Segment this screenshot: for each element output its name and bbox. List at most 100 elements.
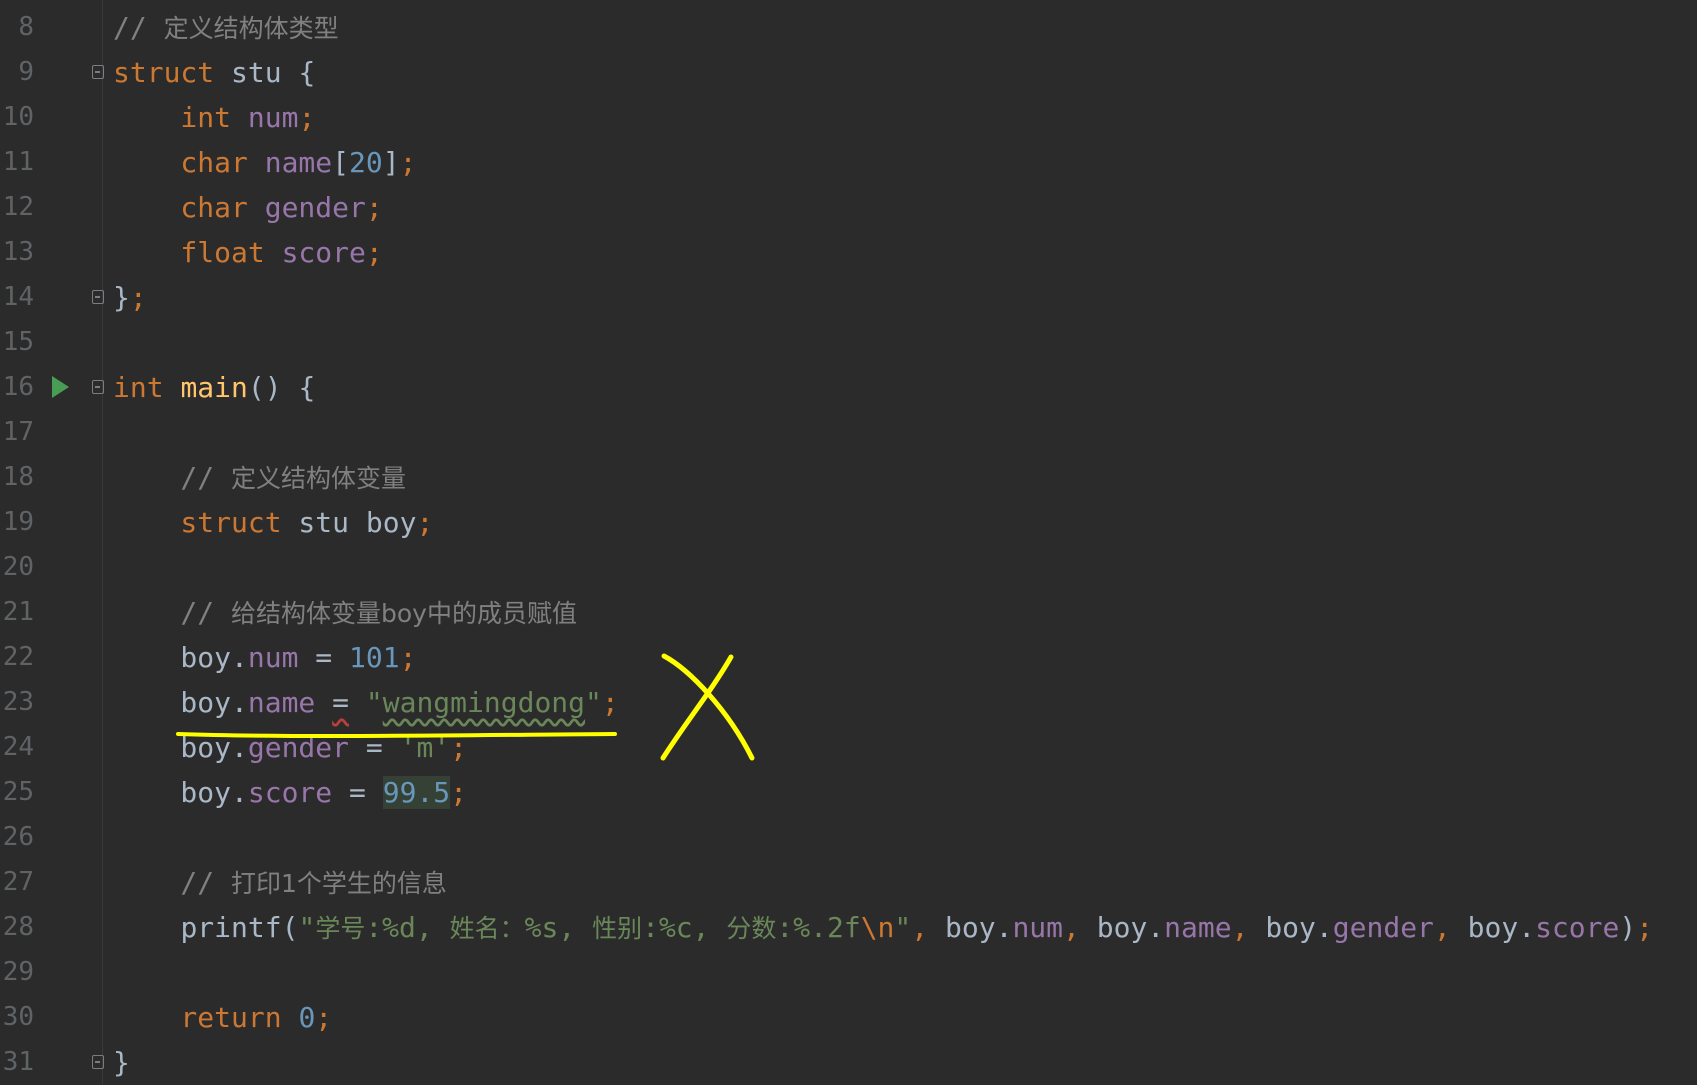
line-number[interactable]: 11 (0, 140, 34, 185)
code-token: boy. (113, 731, 248, 764)
line-number[interactable]: 23 (0, 680, 34, 725)
line-number[interactable]: 13 (0, 230, 34, 275)
code-token: num (247, 641, 299, 674)
code-line-14[interactable]: 14}; (0, 275, 1697, 320)
code-token: int (113, 101, 232, 134)
code-text[interactable]: printf("学号:%d, 姓名：%s, 性别:%c, 分数:%.2f\n",… (113, 905, 1653, 951)
line-number[interactable]: 21 (0, 590, 34, 635)
code-token: printf( (180, 911, 299, 944)
code-token: ; (450, 731, 468, 764)
code-token: ; (601, 686, 619, 719)
code-line-10[interactable]: 10 int num; (0, 95, 1697, 140)
code-token: = (332, 686, 350, 719)
code-text[interactable]: // 给结构体变量boy中的成员赋值 (113, 590, 577, 636)
code-token: num (247, 101, 299, 134)
line-number[interactable]: 12 (0, 185, 34, 230)
line-number[interactable]: 30 (0, 995, 34, 1040)
code-line-22[interactable]: 22 boy.num = 101; (0, 635, 1697, 680)
line-number[interactable]: 17 (0, 410, 34, 455)
code-line-25[interactable]: 25 boy.score = 99.5; (0, 770, 1697, 815)
fold-marker-icon[interactable] (92, 380, 104, 394)
code-line-9[interactable]: 9 struct stu { (0, 50, 1697, 95)
code-token: name (247, 686, 316, 719)
code-line-15[interactable]: 15 (0, 320, 1697, 365)
fold-marker-icon[interactable] (92, 290, 104, 304)
code-line-24[interactable]: 24 boy.gender = 'm'; (0, 725, 1697, 770)
line-number[interactable]: 15 (0, 320, 34, 365)
line-number[interactable]: 10 (0, 95, 34, 140)
code-line-12[interactable]: 12 char gender; (0, 185, 1697, 230)
code-text[interactable]: // 打印1个学生的信息 (113, 860, 447, 906)
code-text[interactable]: }; (113, 275, 147, 320)
line-number[interactable]: 25 (0, 770, 34, 815)
code-line-27[interactable]: 27 // 打印1个学生的信息 (0, 860, 1697, 905)
code-line-28[interactable]: 28 printf("学号:%d, 姓名：%s, 性别:%c, 分数:%.2f\… (0, 905, 1697, 950)
code-text[interactable]: boy.gender = 'm'; (113, 725, 467, 770)
code-token: = (349, 731, 400, 764)
run-triangle-icon[interactable] (52, 376, 69, 398)
fold-marker-icon[interactable] (92, 1055, 104, 1069)
line-number[interactable]: 29 (0, 950, 34, 995)
code-text[interactable]: float score; (113, 230, 382, 275)
code-line-20[interactable]: 20 (0, 545, 1697, 590)
code-line-31[interactable]: 31} (0, 1040, 1697, 1085)
code-text[interactable]: // 定义结构体类型 (113, 5, 339, 51)
code-token: = (332, 776, 383, 809)
code-text[interactable]: boy.score = 99.5; (113, 770, 467, 815)
code-token: char (113, 191, 248, 224)
code-token: ; (1636, 911, 1654, 944)
code-text[interactable]: boy.num = 101; (113, 635, 416, 680)
code-token: ; (399, 641, 417, 674)
code-token: boy. (113, 776, 248, 809)
line-number[interactable]: 18 (0, 455, 34, 500)
code-line-26[interactable]: 26 (0, 815, 1697, 860)
code-token: ; (450, 776, 468, 809)
line-number[interactable]: 24 (0, 725, 34, 770)
code-line-21[interactable]: 21 // 给结构体变量boy中的成员赋值 (0, 590, 1697, 635)
code-text[interactable]: } (113, 1040, 130, 1085)
code-text[interactable]: boy.name = "wangmingdong"; (113, 680, 619, 725)
code-token: 分数 (726, 914, 777, 943)
code-line-19[interactable]: 19 struct stu boy; (0, 500, 1697, 545)
code-text[interactable]: struct stu { (113, 50, 315, 95)
code-text[interactable]: int num; (113, 95, 315, 140)
line-number[interactable]: 26 (0, 815, 34, 860)
code-line-29[interactable]: 29 (0, 950, 1697, 995)
code-token: ; (416, 506, 434, 539)
code-token: // (113, 11, 164, 44)
code-line-11[interactable]: 11 char name[20]; (0, 140, 1697, 185)
code-line-30[interactable]: 30 return 0; (0, 995, 1697, 1040)
code-text[interactable]: struct stu boy; (113, 500, 433, 545)
line-number[interactable]: 20 (0, 545, 34, 590)
code-text[interactable]: int main() { (113, 365, 315, 410)
line-number[interactable]: 28 (0, 905, 34, 950)
code-line-18[interactable]: 18 // 定义结构体变量 (0, 455, 1697, 500)
code-token: 姓名： (449, 914, 525, 943)
code-line-17[interactable]: 17 (0, 410, 1697, 455)
code-text[interactable]: return 0; (113, 995, 332, 1040)
code-editor[interactable]: 8// 定义结构体类型 9 struct stu {10 int num; 11 ch… (0, 0, 1697, 1084)
code-token: 打印1个学生的信息 (231, 869, 447, 898)
code-token: boy. (113, 686, 248, 719)
line-number[interactable]: 27 (0, 860, 34, 905)
code-line-23[interactable]: 23 boy.name = "wangmingdong"; (0, 680, 1697, 725)
code-text[interactable]: char name[20]; (113, 140, 416, 185)
code-token: gender (264, 191, 366, 224)
line-number[interactable]: 8 (0, 5, 34, 50)
code-line-8[interactable]: 8 // 定义结构体类型 (0, 5, 1697, 50)
fold-marker-icon[interactable] (92, 65, 104, 79)
line-number[interactable]: 22 (0, 635, 34, 680)
line-number[interactable]: 14 (0, 275, 34, 320)
code-token: ; (315, 1001, 333, 1034)
line-number[interactable]: 9 (0, 50, 34, 95)
code-line-16[interactable]: 16 int main() { (0, 365, 1697, 410)
code-line-13[interactable]: 13 float score; (0, 230, 1697, 275)
line-number[interactable]: 31 (0, 1040, 34, 1085)
line-number[interactable]: 19 (0, 500, 34, 545)
code-text[interactable]: // 定义结构体变量 (113, 455, 406, 501)
code-token: // (113, 866, 232, 899)
code-text[interactable]: char gender; (113, 185, 382, 230)
line-number[interactable]: 16 (0, 365, 34, 410)
